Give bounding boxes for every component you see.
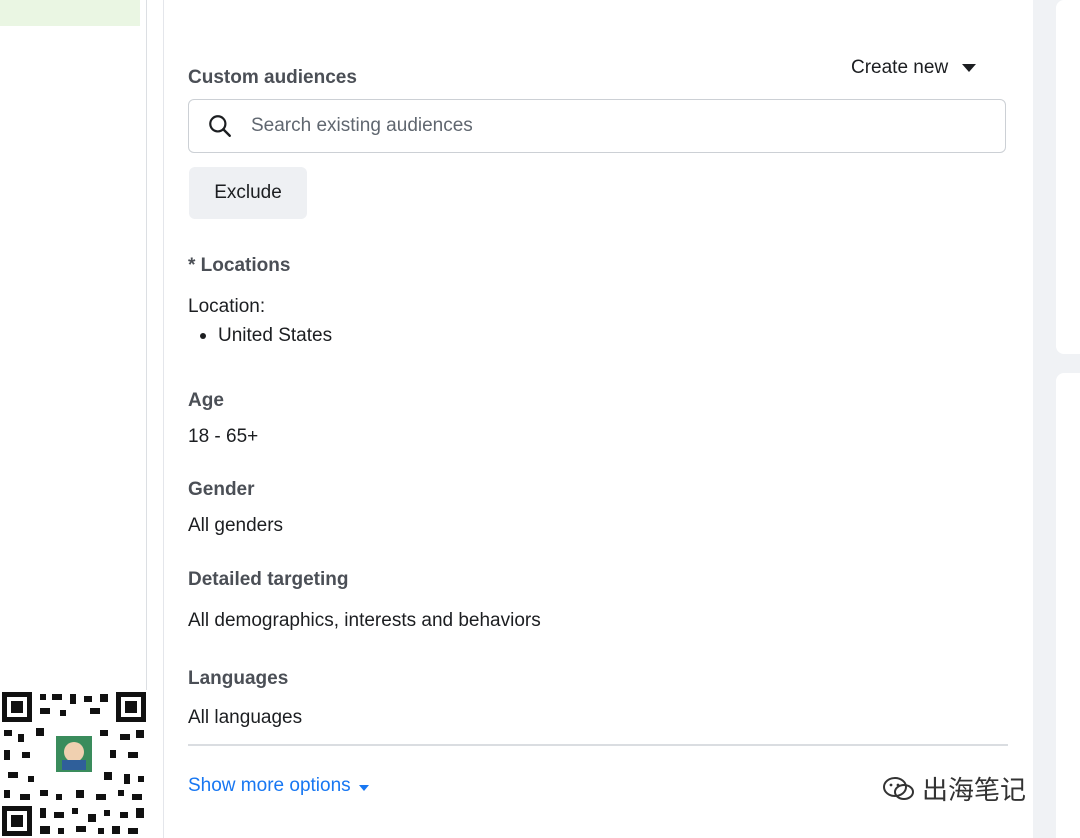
location-item: United States	[200, 325, 332, 347]
bullet-icon	[200, 333, 206, 339]
age-title: Age	[188, 390, 224, 411]
exclude-button[interactable]: Exclude	[189, 167, 307, 219]
location-item-label: United States	[218, 325, 333, 346]
gender-value: All genders	[188, 515, 284, 536]
languages-value: All languages	[188, 707, 303, 728]
caret-down-icon	[962, 64, 977, 72]
section-divider	[188, 744, 1008, 746]
wechat-icon	[883, 776, 914, 800]
audience-search-input[interactable]	[249, 114, 1005, 138]
create-new-dropdown[interactable]: Create new	[851, 57, 977, 79]
search-icon	[209, 115, 231, 137]
qr-code-icon	[0, 690, 148, 838]
right-card-top	[1056, 0, 1080, 354]
detailed-targeting-value: All demographics, interests and behavior…	[188, 610, 541, 631]
show-more-options-link[interactable]: Show more options	[188, 775, 369, 797]
detailed-targeting-title: Detailed targeting	[188, 569, 349, 590]
left-highlight	[0, 0, 140, 26]
languages-title: Languages	[188, 668, 289, 689]
caret-down-icon	[358, 785, 369, 791]
wechat-brand-text: 出海笔记	[922, 776, 1027, 806]
create-new-label: Create new	[851, 57, 949, 78]
age-value: 18 - 65+	[188, 426, 259, 447]
wechat-brand: 出海笔记	[882, 770, 1026, 807]
show-more-label: Show more options	[188, 775, 351, 796]
location-sublabel: Location:	[188, 296, 266, 317]
gender-title: Gender	[188, 479, 255, 500]
locations-title: * Locations	[188, 255, 291, 276]
audience-search-box[interactable]	[188, 99, 1006, 153]
right-card-bottom	[1056, 373, 1080, 838]
custom-audiences-title: Custom audiences	[188, 67, 357, 88]
